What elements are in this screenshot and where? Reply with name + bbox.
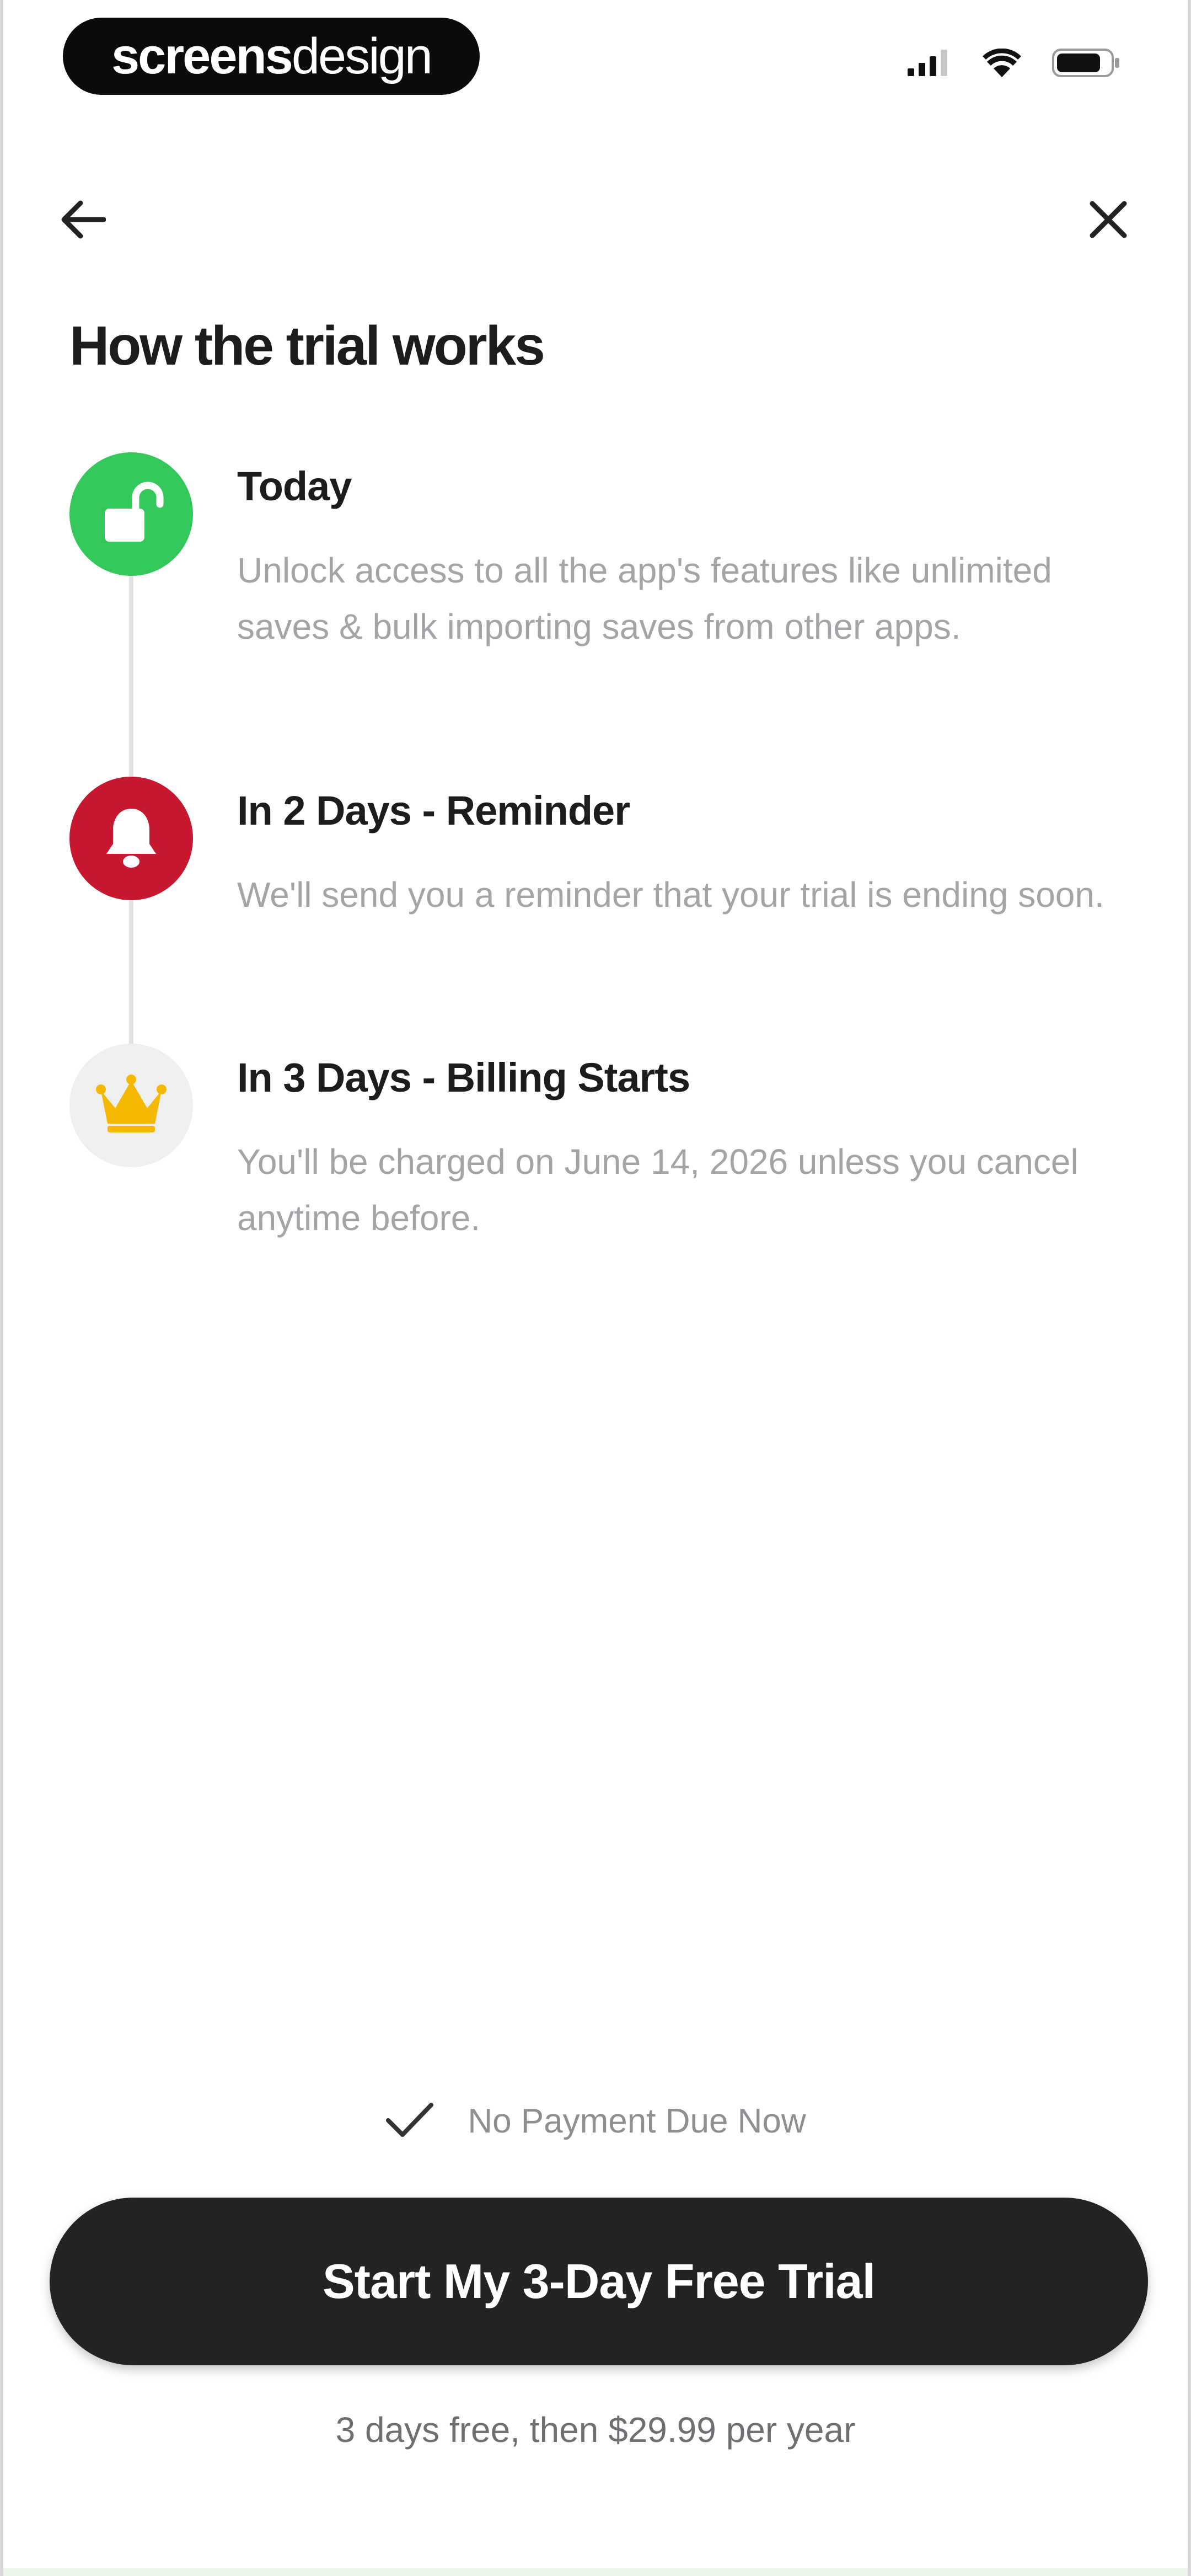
- wifi-icon: [983, 48, 1021, 80]
- page-title: How the trial works: [69, 315, 545, 377]
- no-payment-text: No Payment Due Now: [468, 2102, 806, 2140]
- cellular-signal-icon: [908, 50, 952, 79]
- arrow-left-icon: [60, 200, 106, 242]
- step-reminder-description: We'll send you a reminder that your tria…: [237, 875, 1104, 915]
- back-button[interactable]: [44, 182, 121, 259]
- status-icons: [908, 48, 1122, 80]
- step-reminder-title: In 2 Days - Reminder: [237, 788, 630, 833]
- step-today-title: Today: [237, 463, 352, 509]
- step-billing-description: You'll be charged on June 14, 2026 unles…: [237, 1142, 1079, 1238]
- close-icon: [1089, 200, 1128, 242]
- start-free-trial-button[interactable]: Start My 3-Day Free Trial: [50, 2198, 1148, 2365]
- step-reminder-badge: [69, 777, 193, 900]
- step-today-badge: [69, 452, 193, 576]
- brand-logo-part2: design: [291, 28, 433, 84]
- step-billing-badge: [69, 1044, 193, 1167]
- unlock-icon: [93, 474, 170, 554]
- battery-icon: [1052, 49, 1122, 80]
- crown-icon: [95, 1074, 167, 1137]
- close-button[interactable]: [1070, 182, 1147, 259]
- checkmark-icon: [385, 2101, 434, 2142]
- step-today-description: Unlock access to all the app's features …: [237, 551, 1052, 646]
- status-bar: screens design: [3, 0, 1188, 121]
- brand-logo-part1: screens: [111, 28, 293, 84]
- paywall-screen: screens design How the trial works Today…: [0, 0, 1191, 2576]
- brand-logo: screens design: [63, 18, 480, 95]
- no-payment-row: No Payment Due Now: [3, 2101, 1188, 2142]
- step-billing-title: In 3 Days - Billing Starts: [237, 1055, 690, 1100]
- bottom-edge: [3, 2568, 1188, 2576]
- bell-icon: [101, 804, 162, 873]
- pricing-note: 3 days free, then $29.99 per year: [335, 2410, 856, 2450]
